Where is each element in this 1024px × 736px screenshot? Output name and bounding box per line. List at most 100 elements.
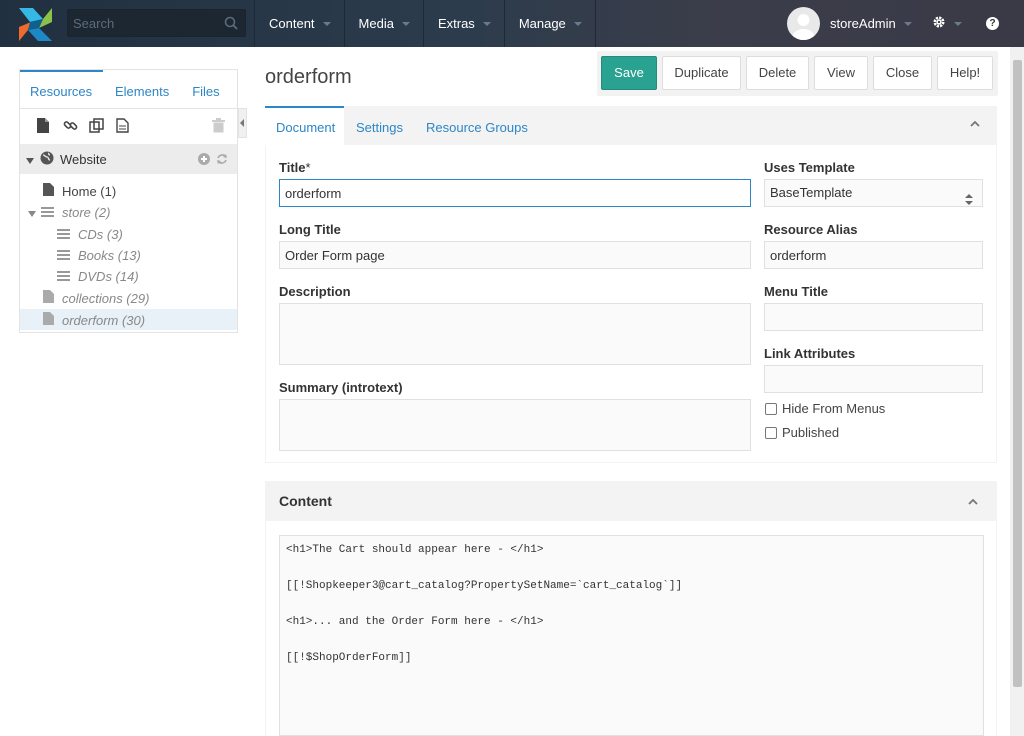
tree-node-label: Home (1) [62,183,117,199]
caret-down-icon [26,152,34,167]
checkbox-box [765,402,777,415]
tree-node-label: orderform (30) [62,312,146,328]
content-header[interactable]: Content [265,481,997,521]
title-label: Title* [279,160,311,175]
username: storeAdmin [830,16,896,31]
chevron-down-icon [954,21,962,26]
resource-tree-panel: Resources Elements Files Website Home (1… [19,69,238,333]
template-select[interactable]: BaseTemplate [764,179,983,207]
template-label: Uses Template [764,160,855,175]
add-circle-icon[interactable] [198,153,210,168]
chevron-left-icon [240,119,244,127]
document-form: Title* Long Title Description Summary (i… [266,145,996,462]
close-button[interactable]: Close [873,56,932,90]
title-label-text: Title [279,160,306,175]
globe-icon [40,151,54,168]
tree-node-label: collections (29) [62,290,150,306]
published-checkbox[interactable]: Published [765,425,839,440]
document-panel: Document Settings Resource Groups Title*… [265,106,997,463]
published-label: Published [782,425,840,440]
tree-node-home[interactable]: Home (1) [43,182,116,200]
main-nav: Content Media Extras Manage [254,0,596,47]
refresh-icon[interactable] [216,153,228,168]
content-panel: Content <h1>The Cart should appear here … [265,481,997,736]
tab-resources[interactable]: Resources [20,70,103,108]
nav-extras-label: Extras [437,16,475,31]
chevron-down-icon [482,21,491,26]
settings-menu[interactable] [932,15,962,32]
linkattr-input[interactable] [764,365,983,393]
menutitle-input[interactable] [764,303,983,331]
new-symlink-icon[interactable] [89,118,105,136]
document-tabs: Document Settings Resource Groups [265,106,997,145]
tree-node-books[interactable]: Books (13) [57,246,141,264]
hide-from-menus-checkbox[interactable]: Hide From Menus [765,401,885,416]
tree-node-store[interactable]: store (2) [28,203,110,221]
checkbox-box [765,426,777,439]
select-arrows-icon [965,188,973,214]
action-bar: Save Duplicate Delete View Close Help! [597,51,998,96]
save-button[interactable]: Save [601,56,657,90]
nav-media[interactable]: Media [343,0,423,47]
tab-document[interactable]: Document [265,106,344,145]
tab-files[interactable]: Files [192,70,219,108]
search-input[interactable] [68,10,218,36]
delete-button[interactable]: Delete [746,56,809,90]
help-button[interactable]: Help! [937,56,993,90]
nav-extras[interactable]: Extras [422,0,504,47]
tab-settings[interactable]: Settings [356,106,403,145]
modx-logo-icon[interactable] [19,8,52,41]
nav-media-label: Media [358,16,394,31]
help-icon[interactable]: ? [986,17,999,30]
list-icon [57,227,70,242]
longtitle-input[interactable] [279,241,751,269]
duplicate-button[interactable]: Duplicate [662,56,741,90]
document-icon [43,312,54,328]
list-icon [57,248,70,263]
content-editor[interactable]: <h1>The Cart should appear here - </h1> … [279,535,984,736]
search-icon[interactable] [224,16,238,33]
chevron-down-icon [903,21,912,26]
search-box [67,9,246,37]
description-textarea[interactable] [279,303,751,365]
new-static-resource-icon[interactable] [116,118,129,136]
new-document-icon[interactable] [37,118,49,136]
title-input[interactable] [279,179,751,207]
tree-node-orderform[interactable]: orderform (30) [43,311,145,329]
chevron-down-icon [401,21,410,26]
list-icon [41,205,54,220]
tab-elements[interactable]: Elements [115,70,169,108]
menutitle-label: Menu Title [764,284,829,299]
alias-label: Resource Alias [764,222,858,237]
view-button[interactable]: View [814,56,868,90]
tree-node-dvds[interactable]: DVDs (14) [57,267,139,285]
context-website[interactable]: Website [20,144,237,174]
chevron-up-icon[interactable] [970,121,980,127]
tree-tabs: Resources Elements Files [20,70,237,108]
linkattr-label: Link Attributes [764,346,856,361]
new-weblink-icon[interactable] [63,118,78,136]
tree-toolbar [20,108,237,144]
trash-icon[interactable] [212,118,225,136]
scrollbar-thumb[interactable] [1013,60,1022,687]
collapse-tree-handle[interactable] [238,108,247,138]
content-heading: Content [279,493,332,509]
nav-manage[interactable]: Manage [503,0,596,47]
chevron-down-icon [573,21,582,26]
page-title: orderform [265,66,352,88]
tab-resource-groups[interactable]: Resource Groups [426,106,528,145]
tree-node-cds[interactable]: CDs (3) [57,225,123,243]
required-marker: * [305,160,311,175]
summary-label: Summary (introtext) [279,380,403,395]
code-line: [[!$ShopOrderForm]] [286,652,412,664]
tree-node-label: store (2) [62,204,111,220]
code-line: <h1>... and the Order Form here - </h1> [286,616,544,628]
nav-content-label: Content [269,16,315,31]
summary-textarea[interactable] [279,399,751,451]
alias-input[interactable] [764,241,983,269]
user-menu[interactable]: storeAdmin [787,7,912,40]
tree-node-collections[interactable]: collections (29) [43,289,149,307]
document-icon [43,290,54,306]
nav-content[interactable]: Content [254,0,344,47]
chevron-up-icon[interactable] [968,499,978,505]
